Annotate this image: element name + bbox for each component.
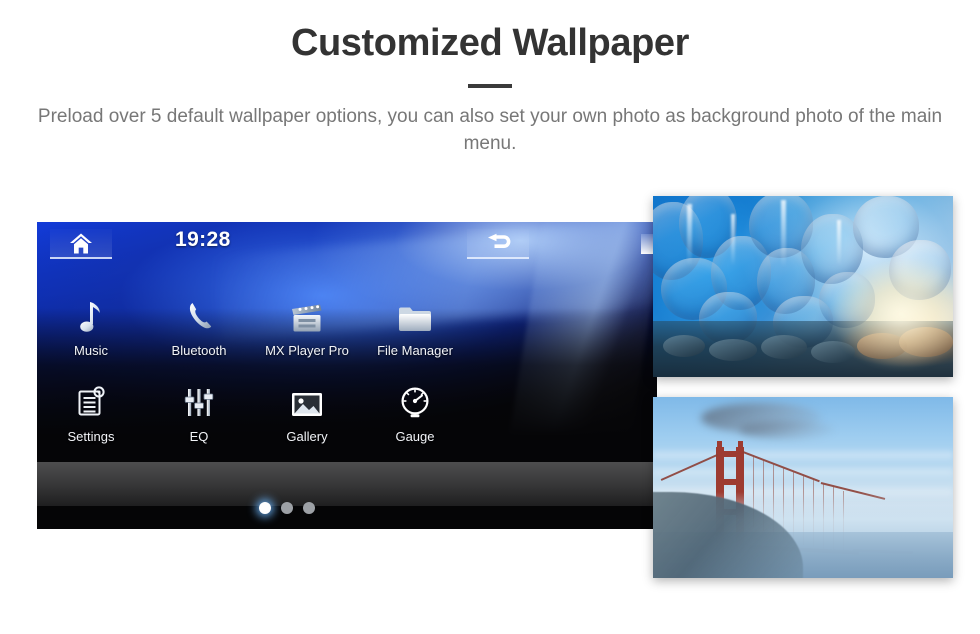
back-arrow-icon xyxy=(484,233,512,253)
page-dot-1[interactable] xyxy=(259,502,271,514)
speedometer-icon xyxy=(398,380,432,420)
folder-icon xyxy=(397,294,433,334)
app-label: Gallery xyxy=(286,429,328,444)
page-dot-3[interactable] xyxy=(303,502,315,514)
app-label: MX Player Pro xyxy=(265,343,349,358)
app-row-top: Music Bluetooth MX Player Pro File Manag… xyxy=(37,294,537,358)
app-mx-player-pro[interactable]: MX Player Pro xyxy=(253,294,361,358)
title-divider xyxy=(468,83,512,88)
ice-light-streak-1 xyxy=(687,204,692,266)
bridge-tower-top-left xyxy=(717,441,722,449)
app-file-manager[interactable]: File Manager xyxy=(361,294,469,358)
page-title: Customized Wallpaper xyxy=(290,22,690,64)
app-gallery[interactable]: Gallery xyxy=(253,380,361,444)
app-label: Gauge xyxy=(395,429,435,444)
music-note-icon xyxy=(78,294,104,334)
app-label: EQ xyxy=(189,429,209,444)
status-bar: 19:28 xyxy=(37,222,657,266)
equalizer-sliders-icon xyxy=(183,380,215,420)
bridge-tower-crossbeam-2 xyxy=(716,479,744,485)
bridge-tower-crossbeam-1 xyxy=(716,451,744,457)
app-gauge[interactable]: Gauge xyxy=(361,380,469,444)
app-bluetooth[interactable]: Bluetooth xyxy=(145,294,253,358)
cloud-band-1 xyxy=(653,449,953,461)
photo-picture-icon xyxy=(290,380,324,420)
app-music[interactable]: Music xyxy=(37,294,145,358)
page-subtitle: Preload over 5 default wallpaper options… xyxy=(37,105,943,154)
page-dot-2[interactable] xyxy=(281,502,293,514)
ice-cave-sunlight-glow xyxy=(831,259,953,369)
settings-list-gear-icon xyxy=(75,380,107,420)
app-grid: Music Bluetooth MX Player Pro File Manag… xyxy=(37,294,657,466)
home-button[interactable] xyxy=(50,229,112,259)
app-label: Bluetooth xyxy=(171,343,227,358)
page-indicator-dots xyxy=(259,502,315,514)
app-label: Music xyxy=(74,343,108,358)
golden-gate-bridge-wallpaper-preview[interactable] xyxy=(653,397,953,578)
back-button[interactable] xyxy=(467,229,529,259)
app-label: Settings xyxy=(67,429,115,444)
app-settings[interactable]: Settings xyxy=(37,380,145,444)
page-root: Customized Wallpaper Preload over 5 defa… xyxy=(0,0,980,634)
head-unit-screen: 19:28 Music Bluetooth MX Player Pro File… xyxy=(37,222,657,529)
ice-light-streak-3 xyxy=(781,200,786,268)
bottom-bar xyxy=(37,462,657,506)
bluetooth-phone-icon xyxy=(184,294,214,334)
clock: 19:28 xyxy=(175,228,231,251)
app-eq[interactable]: EQ xyxy=(145,380,253,444)
page-header: Customized Wallpaper Preload over 5 defa… xyxy=(0,0,980,158)
ice-cave-wallpaper-preview[interactable] xyxy=(653,196,953,377)
ice-light-streak-2 xyxy=(731,214,735,266)
app-row-bottom: Settings EQ Gallery Gauge xyxy=(37,380,537,444)
app-label: File Manager xyxy=(377,343,453,358)
home-icon xyxy=(69,232,93,255)
dark-cloud-2 xyxy=(739,421,835,439)
clapperboard-icon xyxy=(289,294,325,334)
bridge-tower-top-right xyxy=(738,441,743,449)
